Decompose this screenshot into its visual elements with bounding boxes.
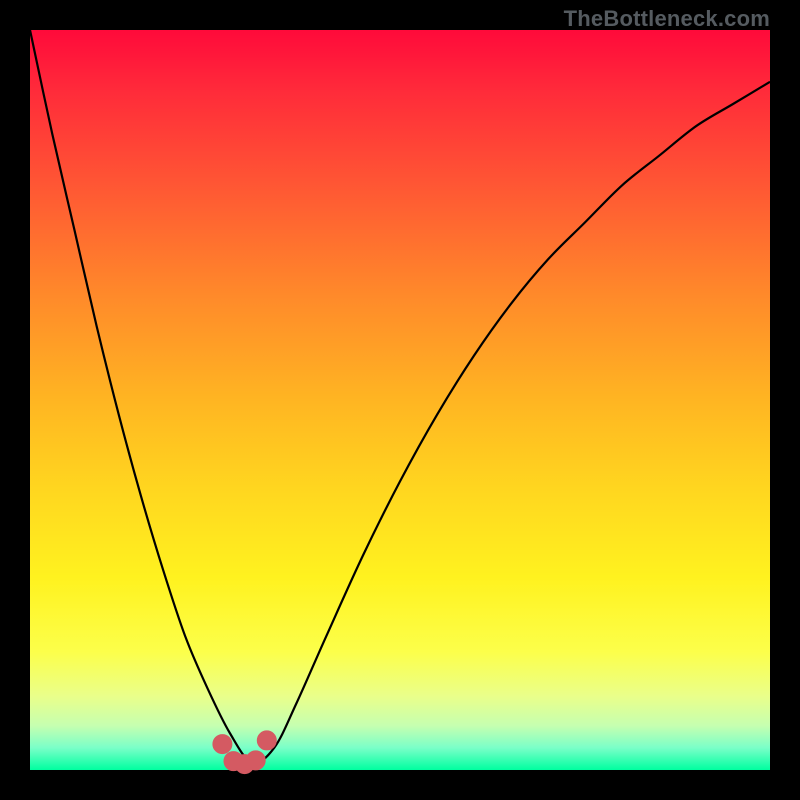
trough-marker xyxy=(246,751,265,770)
trough-marker xyxy=(213,735,232,754)
bottleneck-curve-svg xyxy=(30,30,770,770)
trough-markers xyxy=(213,731,276,774)
chart-plot-area xyxy=(30,30,770,770)
trough-marker xyxy=(257,731,276,750)
bottleneck-curve xyxy=(30,30,770,763)
watermark-text: TheBottleneck.com xyxy=(564,6,770,32)
